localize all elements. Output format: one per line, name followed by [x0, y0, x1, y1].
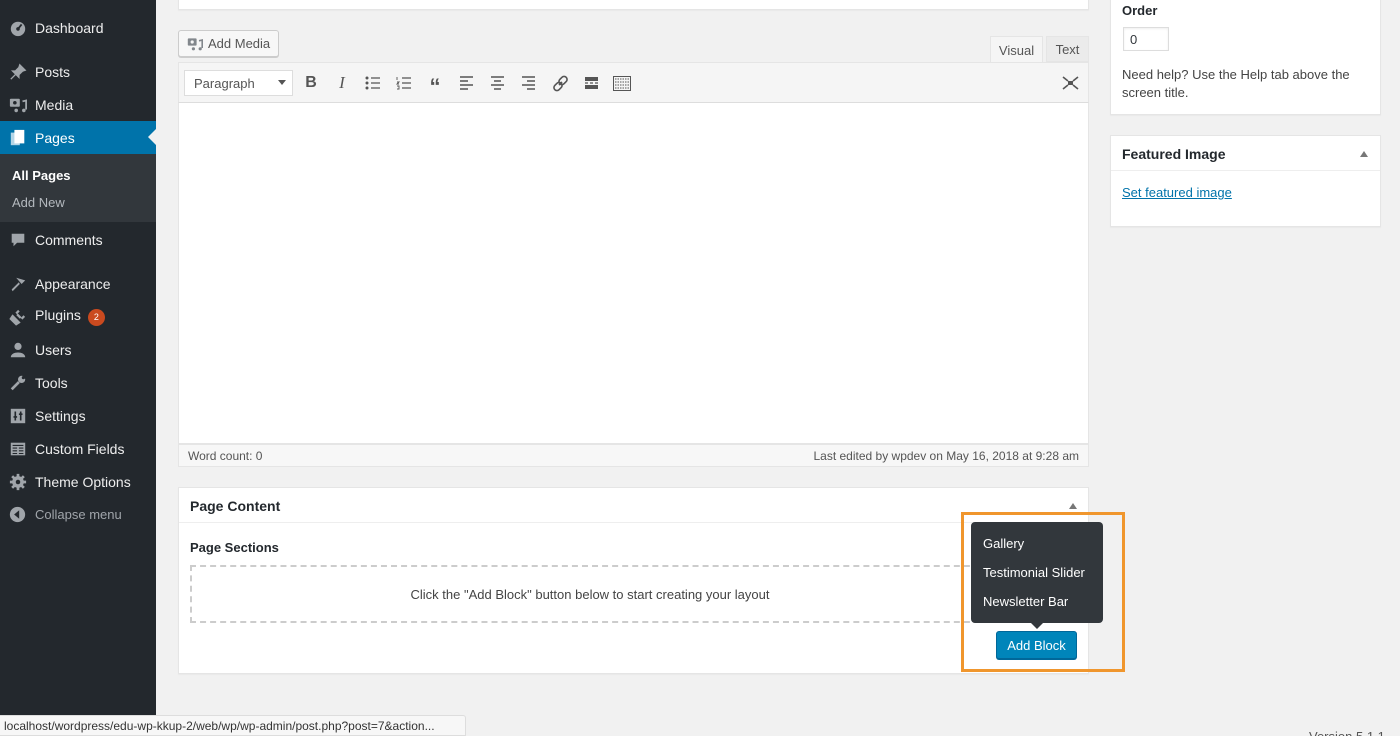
sidebar-item-theme-options[interactable]: Theme Options [0, 465, 156, 498]
popup-item-gallery[interactable]: Gallery [983, 536, 1024, 551]
comment-icon [0, 231, 35, 249]
postbox-header[interactable]: Featured Image [1111, 136, 1380, 171]
featured-image-box: Featured Image Set featured image [1110, 135, 1381, 227]
postbox-header[interactable]: Page Content [179, 488, 1088, 523]
align-right-icon[interactable] [518, 73, 538, 93]
order-label: Order [1122, 3, 1158, 18]
italic-icon[interactable]: I [332, 73, 352, 93]
popup-item-newsletter-bar[interactable]: Newsletter Bar [983, 594, 1068, 609]
sidebar-item-plugins[interactable]: Plugins 2 [0, 300, 156, 333]
settings-icon [0, 407, 35, 425]
sidebar-item-posts[interactable]: Posts [0, 55, 156, 88]
link-icon[interactable] [550, 73, 570, 93]
page-attributes-box: Order Need help? Use the Help tab above … [1110, 0, 1381, 115]
toggle-arrow-icon[interactable] [1360, 151, 1368, 157]
help-text: Need help? Use the Help tab above the sc… [1122, 67, 1350, 100]
align-center-icon[interactable] [487, 73, 507, 93]
blockquote-icon[interactable]: “ [425, 73, 445, 99]
sidebar-item-pages[interactable]: Pages [0, 121, 156, 154]
last-edited: Last edited by wpdev on May 16, 2018 at … [813, 448, 1079, 463]
brush-icon [0, 275, 35, 293]
dashboard-icon [0, 19, 35, 37]
browser-status-url: localhost/wordpress/edu-wp-kkup-2/web/wp… [0, 715, 466, 736]
editor-toolbar: Paragraph B I “ [178, 62, 1089, 103]
tab-visual[interactable]: Visual [990, 36, 1043, 63]
tab-text[interactable]: Text [1046, 36, 1089, 62]
format-select[interactable]: Paragraph [184, 70, 293, 96]
order-input[interactable] [1123, 27, 1169, 51]
set-featured-image-link[interactable]: Set featured image [1122, 185, 1232, 200]
fields-icon [0, 440, 35, 458]
word-count: Word count: 0 [188, 448, 263, 463]
media-icon [0, 96, 35, 114]
user-icon [0, 341, 35, 359]
sidebar-item-custom-fields[interactable]: Custom Fields [0, 432, 156, 465]
sidebar-item-comments[interactable]: Comments [0, 223, 156, 256]
media-icon [187, 36, 203, 52]
sidebar-item-media[interactable]: Media [0, 88, 156, 121]
add-block-button[interactable]: Add Block [996, 631, 1077, 659]
sidebar-item-settings[interactable]: Settings [0, 399, 156, 432]
toggle-arrow-icon[interactable] [1069, 503, 1077, 509]
pages-submenu: All Pages Add New [0, 154, 156, 222]
numbered-list-icon[interactable] [394, 73, 414, 93]
gear-icon [0, 473, 35, 491]
sidebar-item-dashboard[interactable]: Dashboard [0, 11, 156, 44]
wrench-icon [0, 374, 35, 392]
pages-icon [0, 129, 35, 147]
editor-status-bar: Word count: 0 Last edited by wpdev on Ma… [178, 444, 1089, 467]
toolbar-toggle-icon[interactable] [612, 73, 632, 93]
pin-icon [0, 63, 35, 81]
collapse-icon [0, 506, 35, 523]
admin-sidebar: Dashboard Posts Media Pages All Pages Ad… [0, 0, 156, 736]
blocks-drop-zone: Click the "Add Block" button below to st… [190, 565, 990, 623]
page-sections-label: Page Sections [190, 540, 279, 555]
plugin-update-badge: 2 [87, 309, 105, 326]
add-media-button[interactable]: Add Media [178, 30, 280, 57]
submenu-all-pages[interactable]: All Pages [12, 168, 71, 183]
block-type-popup: Gallery Testimonial Slider Newsletter Ba… [971, 522, 1103, 629]
plugin-icon [0, 308, 35, 326]
sidebar-item-tools[interactable]: Tools [0, 366, 156, 399]
title-card [178, 0, 1089, 10]
bullet-list-icon[interactable] [363, 73, 383, 93]
chevron-down-icon [278, 80, 286, 89]
popup-item-testimonial-slider[interactable]: Testimonial Slider [983, 565, 1085, 580]
fullscreen-icon[interactable] [1060, 73, 1080, 93]
editor-content-area[interactable] [178, 103, 1089, 444]
read-more-icon[interactable] [581, 73, 601, 93]
bold-icon[interactable]: B [301, 73, 321, 93]
sidebar-item-appearance[interactable]: Appearance [0, 267, 156, 300]
sidebar-item-users[interactable]: Users [0, 333, 156, 366]
submenu-add-new[interactable]: Add New [12, 195, 65, 210]
footer-version: Version 5.1.1 [1309, 729, 1385, 736]
align-left-icon[interactable] [456, 73, 476, 93]
collapse-menu-button[interactable]: Collapse menu [0, 498, 156, 531]
postbox-title: Page Content [190, 498, 281, 514]
